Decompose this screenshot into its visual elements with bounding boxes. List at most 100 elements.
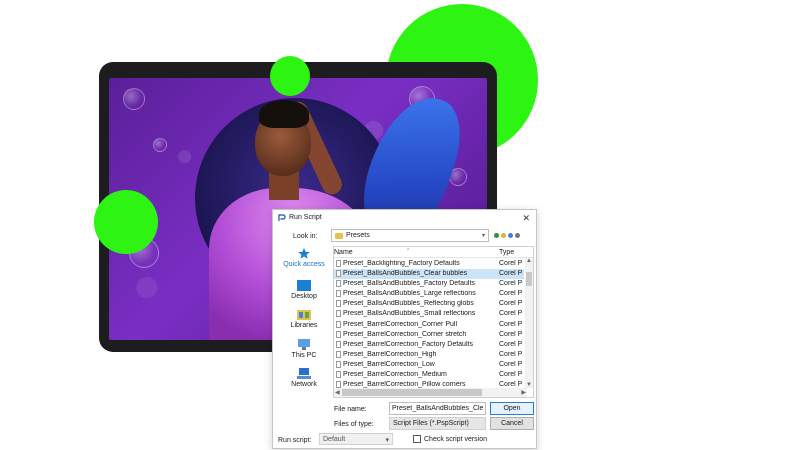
scroll-thumb[interactable] — [342, 389, 482, 396]
file-row[interactable]: Preset_BarrelCorrection_Low Corel PS — [334, 360, 524, 370]
script-file-icon — [336, 260, 341, 267]
script-file-icon — [336, 290, 341, 298]
file-row-name: Preset_BarrelCorrection_Medium — [343, 371, 447, 379]
vertical-scrollbar[interactable]: ▲ ▼ — [525, 258, 533, 388]
script-file-icon — [336, 280, 341, 288]
file-row[interactable]: Preset_BarrelCorrection_Medium Corel PS — [334, 370, 524, 380]
file-row-type: Corel PS — [499, 310, 523, 318]
file-name-label: File name: — [334, 406, 367, 413]
chevron-down-icon: ▾ — [385, 437, 389, 444]
horizontal-scrollbar[interactable]: ◀ ▶ — [334, 388, 527, 397]
file-row-name: Preset_BallsAndBubbles_Reflecting globs — [343, 300, 474, 308]
chevron-down-icon: ▾ — [481, 233, 485, 239]
open-button[interactable]: Open — [490, 402, 534, 415]
file-row-name: Preset_BarrelCorrection_Low — [343, 360, 435, 368]
file-row-type: Corel PS — [499, 330, 523, 338]
network-icon — [297, 368, 311, 379]
new-folder-icon[interactable] — [508, 232, 513, 238]
check-script-version-checkbox[interactable] — [413, 435, 421, 443]
close-button[interactable]: ✕ — [522, 213, 530, 224]
scroll-thumb[interactable] — [526, 272, 532, 286]
libraries-icon — [297, 310, 311, 320]
run-script-select[interactable]: Default ▾ — [319, 433, 393, 445]
file-row-name: Preset_BallsAndBubbles_Clear bubbles — [343, 270, 468, 278]
file-row-name: Preset_BarrelCorrection_Factory Defaults — [343, 340, 473, 348]
column-header-name[interactable]: Name — [334, 249, 353, 256]
script-file-icon — [336, 320, 341, 328]
file-row[interactable]: Preset_BallsAndBubbles_Small reflections… — [334, 309, 524, 319]
model-hair — [259, 100, 309, 128]
star-icon — [298, 248, 310, 259]
script-file-icon — [336, 371, 341, 379]
file-row-type: Corel PS — [499, 320, 523, 328]
dialog-title: Run Script — [289, 214, 322, 221]
place-libraries[interactable]: Libraries — [277, 309, 331, 329]
file-row[interactable]: Preset_BarrelCorrection_Corner stretch Co… — [334, 330, 524, 340]
file-row-type: Corel PS — [499, 360, 523, 368]
dialog-titlebar: Run Script ✕ — [273, 210, 536, 226]
place-network[interactable]: Network — [277, 368, 331, 388]
file-name-input[interactable] — [389, 402, 486, 415]
file-row-type: Corel PS — [499, 270, 523, 278]
file-row[interactable]: Preset_BarrelCorrection_Corner Pull Corel… — [334, 320, 524, 330]
script-file-icon — [336, 270, 341, 278]
sort-ascending-icon: ^ — [407, 248, 410, 254]
script-file-icon — [336, 310, 341, 318]
file-row[interactable]: Preset_BallsAndBubbles_Reflecting globs C… — [334, 299, 524, 309]
place-desktop[interactable]: Desktop — [277, 280, 331, 300]
files-of-type-label: Files of type: — [334, 421, 374, 428]
folder-nav-toolbar — [494, 230, 520, 240]
up-folder-icon[interactable] — [501, 232, 506, 238]
file-row[interactable]: Preset_BallsAndBubbles_Factory Defaults C… — [334, 279, 524, 289]
file-row-name: Preset_BallsAndBubbles_Small reflections — [343, 310, 476, 318]
file-row[interactable]: Preset_BallsAndBubbles_Clear bubbles Core… — [334, 269, 524, 280]
file-row[interactable]: Preset_Backlighting_Factory Defaults Core… — [334, 259, 524, 269]
back-icon[interactable] — [494, 232, 499, 238]
paintshop-app-icon — [278, 214, 286, 221]
file-row-type: Corel PS — [499, 300, 523, 308]
file-row-name: Preset_BallsAndBubbles_Large reflections — [343, 290, 476, 298]
file-row-name: Preset_BarrelCorrection_Corner stretch — [343, 330, 467, 338]
places-bar: Quick access Desktop Libraries This PC N… — [277, 246, 331, 402]
decor-green-circle-hand — [94, 190, 158, 254]
run-script-value: Default — [323, 436, 346, 443]
files-of-type-value: Script Files (*.PspScript) — [393, 420, 469, 427]
folder-icon — [335, 233, 343, 239]
look-in-dropdown[interactable]: Presets ▾ — [331, 229, 489, 242]
files-of-type-select[interactable]: Script Files (*.PspScript) — [389, 417, 486, 430]
file-row-type: Corel PS — [499, 340, 523, 348]
scroll-left-icon[interactable]: ◀ — [335, 389, 340, 396]
file-row[interactable]: Preset_BarrelCorrection_Factory Defaults… — [334, 340, 524, 350]
file-row[interactable]: Preset_BarrelCorrection_High Corel PS — [334, 350, 524, 360]
script-file-icon — [336, 300, 341, 308]
view-menu-icon[interactable] — [515, 232, 520, 238]
column-header-type[interactable]: Type — [499, 249, 514, 256]
script-file-icon — [336, 330, 341, 338]
file-row-name: Preset_Backlighting_Factory Defaults — [343, 260, 460, 267]
cancel-button[interactable]: Cancel — [490, 417, 534, 430]
file-row-name: Preset_BarrelCorrection_Corner Pull — [343, 320, 457, 328]
run-script-label: Run script: — [278, 437, 312, 444]
file-row[interactable]: Preset_BallsAndBubbles_Large reflections… — [334, 289, 524, 299]
file-list-header: Name ^ Type — [334, 247, 533, 258]
script-file-icon — [336, 350, 341, 358]
file-list[interactable]: Name ^ Type Preset_Backlighting_Factory … — [333, 246, 534, 398]
scroll-right-icon[interactable]: ▶ — [521, 389, 526, 396]
file-rows: Preset_Backlighting_Factory Defaults Core… — [334, 259, 524, 390]
bubble-decor — [123, 88, 145, 110]
check-script-version-label: Check script version — [424, 436, 488, 443]
place-quick-access[interactable]: Quick access — [277, 248, 331, 268]
computer-icon — [298, 339, 310, 350]
bubble-decor — [153, 138, 167, 152]
script-file-icon — [336, 360, 341, 368]
place-this-pc[interactable]: This PC — [277, 339, 331, 359]
look-in-value: Presets — [346, 232, 370, 239]
file-row-type: Corel PS — [499, 280, 523, 288]
decor-green-circle-head — [270, 56, 310, 96]
file-row-name: Preset_BarrelCorrection_High — [343, 350, 437, 358]
scroll-up-icon[interactable]: ▲ — [526, 258, 532, 264]
file-row-type: Corel PS — [499, 350, 523, 358]
desktop-icon — [297, 280, 311, 291]
script-file-icon — [336, 340, 341, 348]
look-in-label: Look in: — [293, 233, 318, 240]
